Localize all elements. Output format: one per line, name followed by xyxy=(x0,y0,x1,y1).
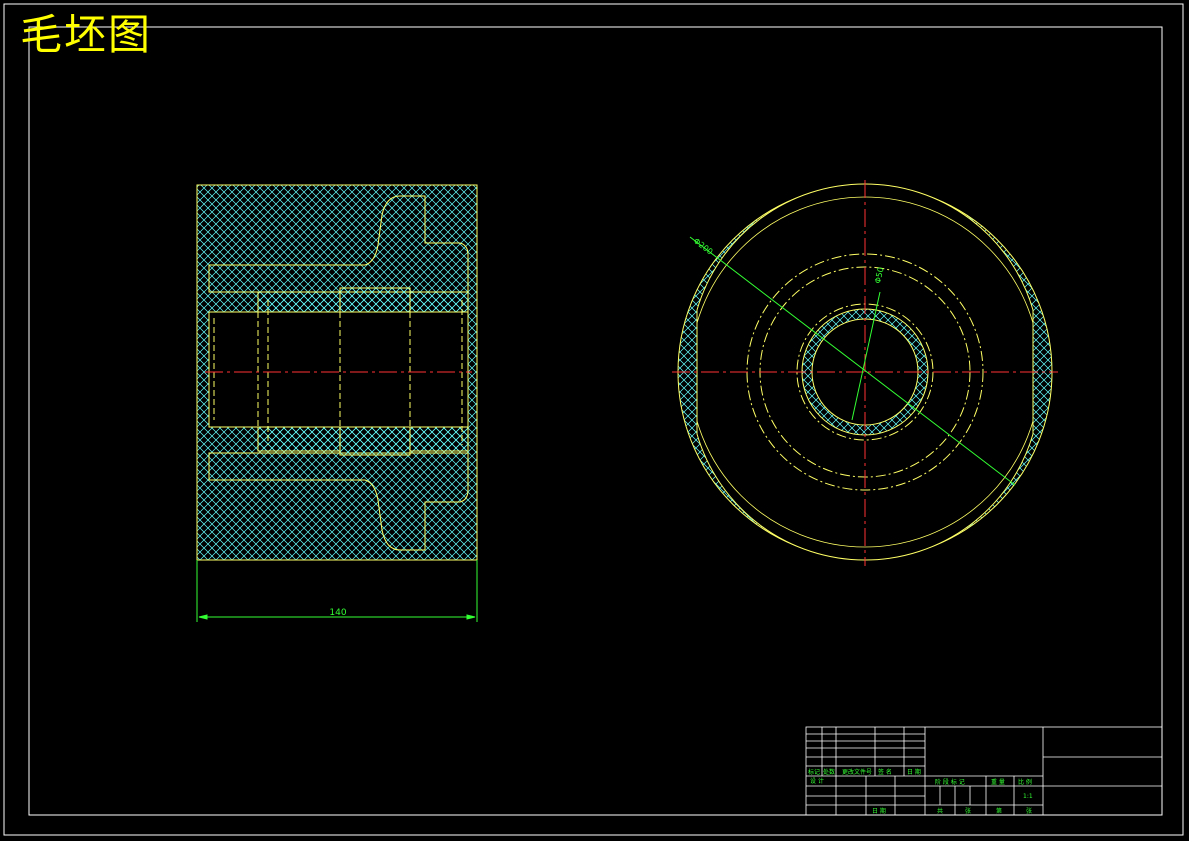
drawing-sheet: 140 Φ200 Φ50 标记 处数 更改文件号 签 名 日 期 设 计 日 期… xyxy=(3,3,1184,836)
section-view xyxy=(196,184,478,561)
tb-label-scale: 比 例 xyxy=(1018,778,1032,786)
length-dim-text: 140 xyxy=(329,608,346,618)
tb-label-stage: 阶 段 标 记 xyxy=(935,778,965,786)
tb-label-mark: 标记 xyxy=(808,768,820,776)
end-view xyxy=(672,180,1058,566)
tb-sheet-no: 第 xyxy=(996,807,1002,815)
tb-label-approve: 日 期 xyxy=(872,807,886,815)
tb-label-date: 日 期 xyxy=(907,768,921,776)
tb-label-count: 处数 xyxy=(823,768,835,776)
tb-scale-value: 1:1 xyxy=(1023,793,1033,800)
tb-sheet-unit-b: 张 xyxy=(1026,807,1032,815)
tb-label-sign: 签 名 xyxy=(878,768,892,776)
drawing-title: 毛坯图 xyxy=(20,10,153,59)
tb-label-doc: 更改文件号 xyxy=(842,768,872,776)
outer-dia-text: Φ200 xyxy=(692,236,715,256)
tb-label-design: 设 计 xyxy=(810,777,824,785)
tb-label-weight: 重 量 xyxy=(991,778,1005,786)
tb-sheet-unit-a: 张 xyxy=(965,807,971,815)
tb-sheet-total: 共 xyxy=(937,807,943,815)
